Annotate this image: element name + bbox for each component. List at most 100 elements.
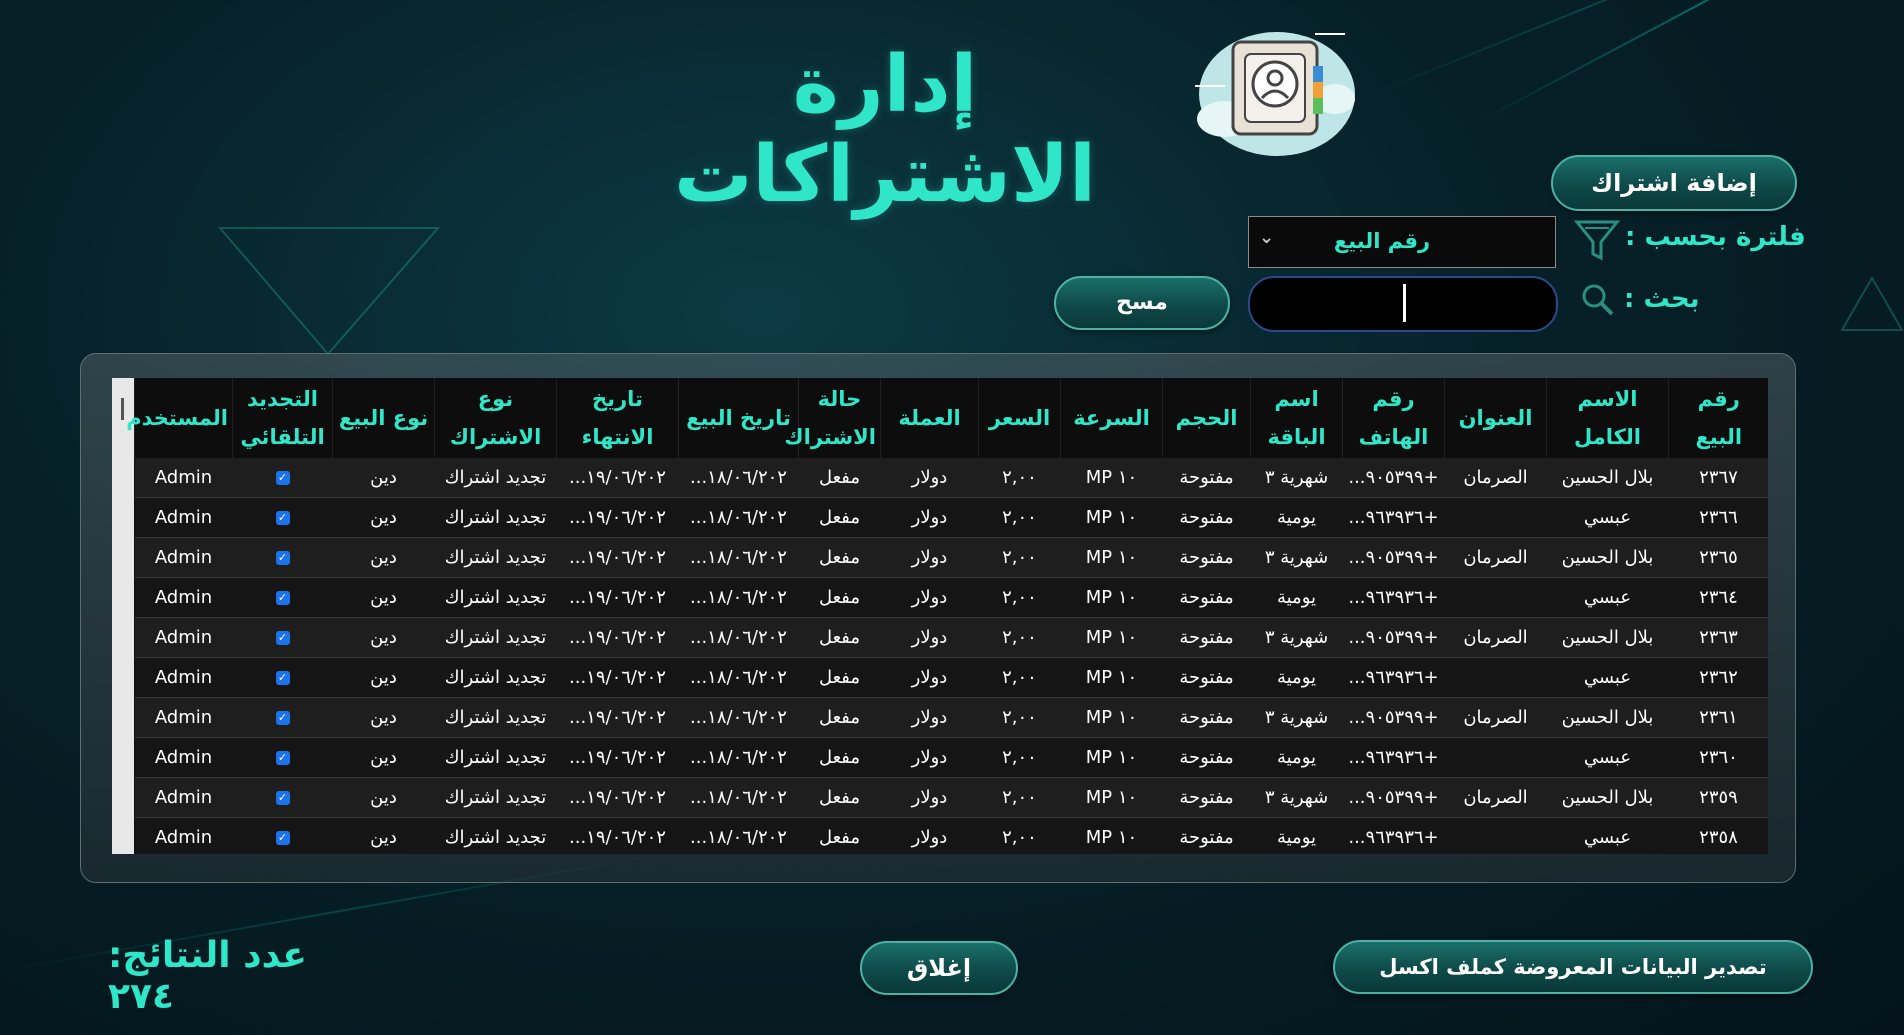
column-header[interactable]: حالة الاشتراك: [784, 378, 881, 458]
table-cell: ٢٣٦٣: [1668, 617, 1768, 658]
auto-renew-cell: ✓: [232, 657, 333, 698]
table-cell: مفتوحة: [1162, 458, 1251, 498]
text-caret: [1403, 284, 1406, 322]
table-cell: Admin: [134, 577, 233, 618]
column-header[interactable]: نوع الاشتراك: [434, 378, 557, 458]
table-row[interactable]: ٢٣٦٤ عبسي +٩٦٣٩٣٦... يومية مفتوحة ١٠ MP ٢,٠٠ دو…: [134, 577, 1768, 618]
column-header[interactable]: العملة: [880, 378, 979, 458]
column-header[interactable]: العنوان: [1444, 378, 1547, 458]
column-header[interactable]: السرعة: [1060, 378, 1163, 458]
table-cell: مفعل: [798, 697, 881, 738]
table-cell: ٢,٠٠: [978, 617, 1061, 658]
auto-renew-checkbox[interactable]: ✓: [275, 511, 290, 525]
filter-select[interactable]: ⌄ رقم البيع: [1248, 216, 1556, 268]
auto-renew-cell: ✓: [232, 777, 333, 818]
table-cell: ١٨/٠٦/٢٠٢...: [678, 777, 799, 818]
table-row[interactable]: ٢٣٦٥ بلال الحسين الصرمان +٩٠٥٣٩٩... شهرية ٣م…: [134, 537, 1768, 578]
auto-renew-checkbox[interactable]: ✓: [275, 831, 290, 845]
table-cell: تجديد اشتراك: [434, 697, 557, 738]
table-cell: ٢,٠٠: [978, 577, 1061, 618]
table-cell: دولار: [880, 617, 979, 658]
table-cell: دين: [332, 697, 435, 738]
table-row[interactable]: ٢٣٦٢ عبسي +٩٦٣٩٣٦... يومية مفتوحة ١٠ MP ٢,٠٠ دو…: [134, 657, 1768, 698]
column-header[interactable]: السعر: [978, 378, 1061, 458]
scrollbar-thumb[interactable]: [121, 398, 124, 420]
column-header[interactable]: تاريخ البيع: [678, 378, 799, 458]
table-row[interactable]: ٢٣٦٠ عبسي +٩٦٣٩٣٦... يومية مفتوحة ١٠ MP ٢,٠٠ دو…: [134, 737, 1768, 778]
table-cell: ٢٣٦٥: [1668, 537, 1768, 578]
table-cell: ١٠ MP: [1060, 617, 1163, 658]
table-row[interactable]: ٢٣٦٦ عبسي +٩٦٣٩٣٦... يومية مفتوحة ١٠ MP ٢,٠٠ دو…: [134, 497, 1768, 538]
auto-renew-checkbox[interactable]: ✓: [275, 711, 290, 725]
auto-renew-checkbox[interactable]: ✓: [275, 791, 290, 805]
table-cell: الصرمان: [1444, 617, 1547, 658]
table-cell: بلال الحسين: [1546, 458, 1669, 498]
table-cell: دين: [332, 617, 435, 658]
close-button[interactable]: إغلاق: [860, 941, 1018, 995]
column-header[interactable]: نوع البيع: [332, 378, 435, 458]
table-cell: +٩٠٥٣٩٩...: [1342, 537, 1445, 578]
filter-selected-value: رقم البيع: [1333, 229, 1431, 253]
table-cell: تجديد اشتراك: [434, 577, 557, 618]
table-cell: +٩٦٣٩٣٦...: [1342, 737, 1445, 778]
search-input[interactable]: [1248, 276, 1558, 332]
table-cell: ٢,٠٠: [978, 657, 1061, 698]
clear-button[interactable]: مسح: [1054, 276, 1230, 330]
subscriptions-grid[interactable]: رقم البيع الاسم الكامل العنوان رقم الهاتف اس…: [112, 378, 1768, 854]
table-cell: شهرية ٣: [1250, 617, 1343, 658]
table-cell: تجديد اشتراك: [434, 657, 557, 698]
table-cell: Admin: [134, 737, 233, 778]
auto-renew-cell: ✓: [232, 458, 333, 498]
auto-renew-cell: ✓: [232, 737, 333, 778]
table-cell: دولار: [880, 577, 979, 618]
table-cell: مفتوحة: [1162, 817, 1251, 854]
table-cell: دولار: [880, 697, 979, 738]
table-row[interactable]: ٢٣٥٩ بلال الحسين الصرمان +٩٠٥٣٩٩... شهرية ٣م…: [134, 777, 1768, 818]
table-cell: مفعل: [798, 617, 881, 658]
add-subscription-button[interactable]: إضافة اشتراك: [1551, 155, 1797, 211]
table-cell: Admin: [134, 617, 233, 658]
table-cell: ٢٣٦١: [1668, 697, 1768, 738]
column-header[interactable]: اسم الباقة: [1250, 378, 1343, 458]
column-header[interactable]: التجديد التلقائي: [232, 378, 333, 458]
table-cell: +٩٠٥٣٩٩...: [1342, 617, 1445, 658]
table-cell: ١٠ MP: [1060, 817, 1163, 854]
table-cell: Admin: [134, 458, 233, 498]
table-cell: يومية: [1250, 737, 1343, 778]
table-row[interactable]: ٢٣٦١ بلال الحسين الصرمان +٩٠٥٣٩٩... شهرية ٣م…: [134, 697, 1768, 738]
table-cell: مفعل: [798, 497, 881, 538]
auto-renew-checkbox[interactable]: ✓: [275, 631, 290, 645]
table-cell: دولار: [880, 817, 979, 854]
column-header[interactable]: الاسم الكامل: [1546, 378, 1669, 458]
column-header[interactable]: رقم البيع: [1668, 378, 1768, 458]
table-cell: ١٩/٠٦/٢٠٢...: [556, 537, 679, 578]
table-cell: Admin: [134, 497, 233, 538]
bg-triangle-left: [218, 227, 440, 356]
auto-renew-checkbox[interactable]: ✓: [275, 751, 290, 765]
auto-renew-checkbox[interactable]: ✓: [275, 671, 290, 685]
vertical-scrollbar[interactable]: [112, 378, 134, 854]
column-header[interactable]: تاريخ الانتهاء: [556, 378, 679, 458]
table-cell: عبسي: [1546, 657, 1669, 698]
auto-renew-checkbox[interactable]: ✓: [275, 471, 290, 485]
export-excel-button[interactable]: تصدير البيانات المعروضة كملف اكسل: [1333, 940, 1813, 994]
table-row[interactable]: ٢٣٥٨ عبسي +٩٦٣٩٣٦... يومية مفتوحة ١٠ MP ٢,٠٠ دو…: [134, 817, 1768, 854]
table-cell: دولار: [880, 458, 979, 498]
column-header[interactable]: الحجم: [1162, 378, 1251, 458]
column-header[interactable]: رقم الهاتف: [1342, 378, 1445, 458]
table-cell: شهرية ٣: [1250, 697, 1343, 738]
table-cell: ١٨/٠٦/٢٠٢...: [678, 458, 799, 498]
table-cell: دين: [332, 577, 435, 618]
auto-renew-checkbox[interactable]: ✓: [275, 591, 290, 605]
table-cell: دولار: [880, 657, 979, 698]
table-cell: تجديد اشتراك: [434, 817, 557, 854]
table-cell: الصرمان: [1444, 697, 1547, 738]
table-cell: Admin: [134, 697, 233, 738]
table-cell: Admin: [134, 817, 233, 854]
table-row[interactable]: ٢٣٦٧ بلال الحسين الصرمان +٩٠٥٣٩٩... شهرية ٣م…: [134, 458, 1768, 498]
auto-renew-checkbox[interactable]: ✓: [275, 551, 290, 565]
table-row[interactable]: ٢٣٦٣ بلال الحسين الصرمان +٩٠٥٣٩٩... شهرية ٣م…: [134, 617, 1768, 658]
table-cell: دولار: [880, 537, 979, 578]
filter-label: فلترة بحسب :: [1625, 222, 1806, 252]
column-header[interactable]: المستخدم: [126, 378, 233, 458]
